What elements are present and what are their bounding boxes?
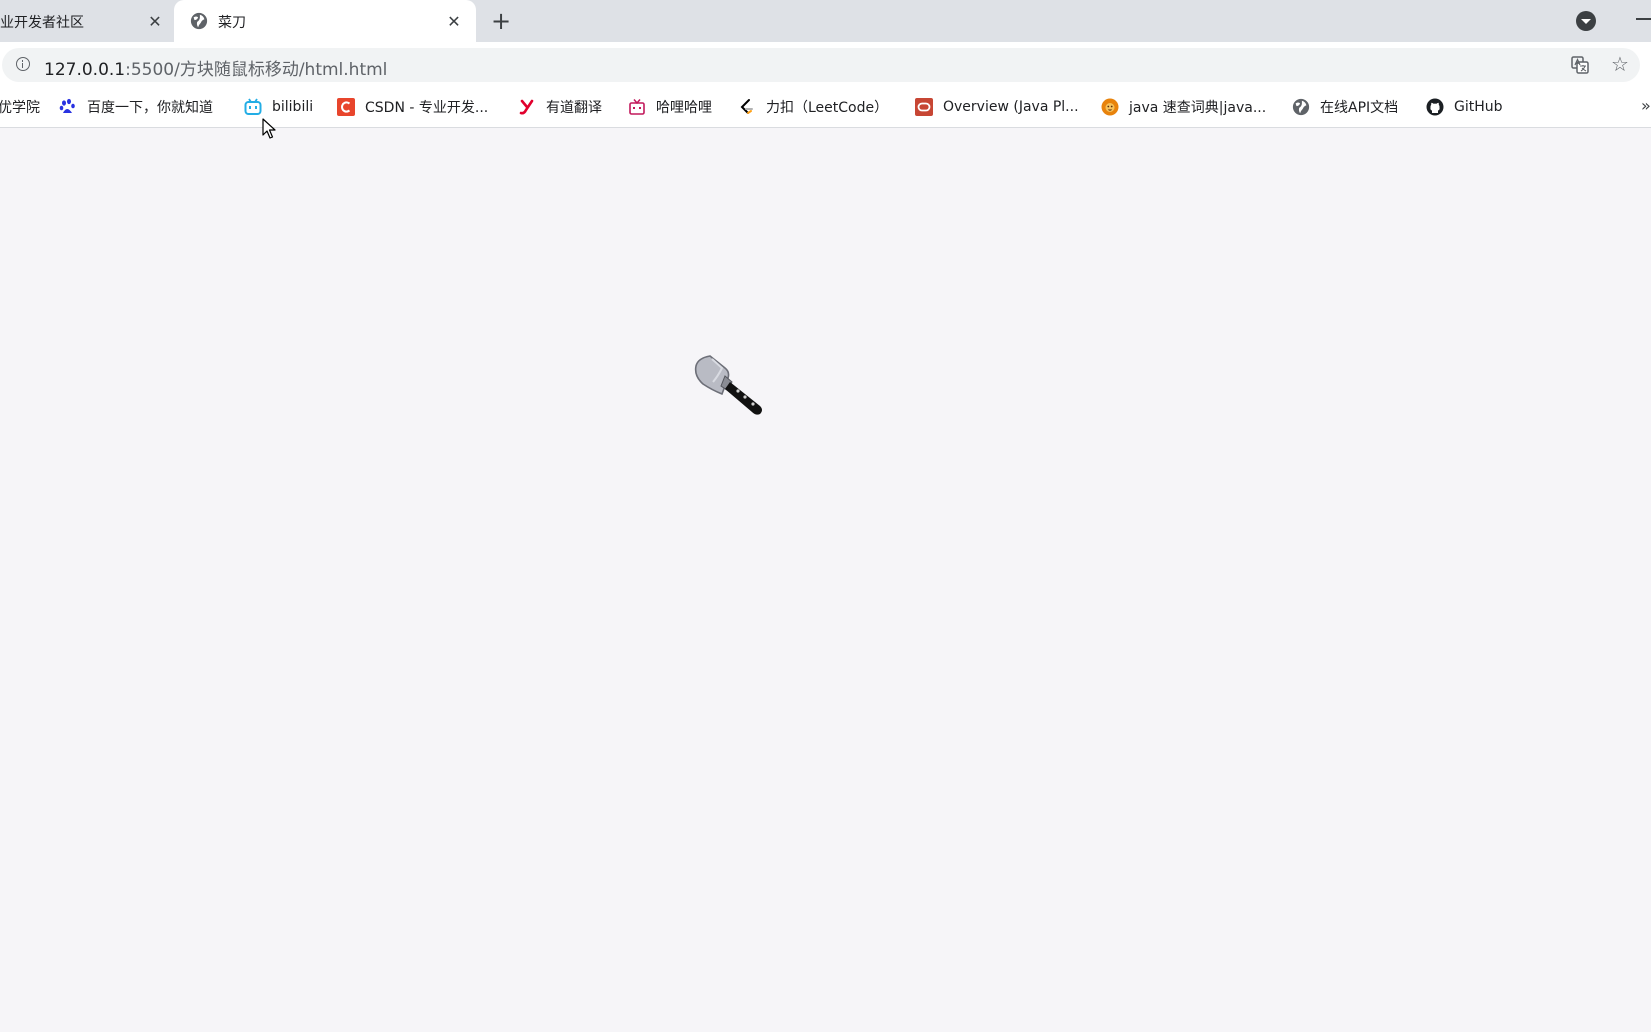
site-info-icon[interactable]: [16, 57, 30, 71]
url-text[interactable]: 127.0.0.1:5500/方块随鼠标移动/html.html: [44, 55, 387, 80]
tab-label: 业开发者社区: [0, 15, 84, 31]
lion-logo-icon: [1101, 98, 1119, 116]
close-icon[interactable]: ✕: [444, 11, 464, 31]
bookmark-label: 优学院: [0, 100, 40, 116]
tab-strip: 业开发者社区 ✕ 菜刀 ✕ +: [0, 0, 1651, 42]
bookmark-item[interactable]: 哈哩哈哩: [628, 88, 712, 126]
bookmark-item[interactable]: Overview (Java Pl...: [915, 88, 1079, 126]
globe-icon: [190, 12, 208, 30]
bilibili-tv-icon: [244, 98, 262, 115]
bookmark-item[interactable]: bilibili: [244, 88, 313, 126]
page-content: [0, 128, 1651, 1032]
close-icon[interactable]: ✕: [145, 11, 165, 31]
new-tab-button[interactable]: +: [488, 9, 514, 35]
cleaver-icon: [694, 355, 762, 415]
bookmarks-bar: 优学院 百度一下，你就知道 bilibili CSDN - 专业开发... 有道…: [0, 88, 1651, 128]
bookmark-label: CSDN - 专业开发...: [365, 100, 489, 116]
tab-active[interactable]: 菜刀 ✕: [174, 0, 476, 42]
bookmark-label: Overview (Java Pl...: [943, 99, 1079, 115]
bookmarks-overflow-button[interactable]: »: [1641, 96, 1651, 115]
url-path: :5500/方块随鼠标移动/html.html: [125, 60, 388, 80]
minimize-icon[interactable]: [1636, 18, 1651, 20]
toolbar: 127.0.0.1:5500/方块随鼠标移动/html.html ☆: [0, 42, 1651, 88]
mouse-cursor-icon: [262, 118, 276, 139]
oracle-logo-icon: [915, 98, 933, 116]
bookmark-label: 百度一下，你就知道: [87, 100, 213, 116]
star-icon[interactable]: ☆: [1611, 54, 1631, 74]
bookmark-item[interactable]: GitHub: [1426, 88, 1503, 126]
tab-label: 菜刀: [218, 15, 246, 31]
bookmark-item[interactable]: 有道翻译: [518, 88, 602, 126]
bookmark-label: bilibili: [272, 99, 314, 115]
bookmark-label: 在线API文档: [1320, 100, 1399, 116]
bookmark-item[interactable]: java 速查词典|java...: [1101, 88, 1266, 126]
url-host: 127.0.0.1: [44, 60, 126, 80]
bookmark-label: 力扣（LeetCode）: [766, 100, 889, 116]
bookmark-item[interactable]: 在线API文档: [1292, 88, 1398, 126]
address-bar[interactable]: 127.0.0.1:5500/方块随鼠标移动/html.html ☆: [2, 48, 1640, 82]
bookmark-label: 有道翻译: [546, 100, 602, 116]
bookmark-item[interactable]: CSDN - 专业开发...: [337, 88, 488, 126]
translate-icon[interactable]: [1571, 56, 1589, 74]
leetcode-logo-icon: [740, 99, 753, 114]
bookmark-label: GitHub: [1454, 99, 1503, 115]
youdao-logo-icon: [519, 99, 534, 115]
bookmark-item[interactable]: 百度一下，你就知道: [59, 88, 213, 126]
tab-csdn[interactable]: 业开发者社区 ✕: [0, 0, 174, 42]
bookmark-item[interactable]: 力扣（LeetCode）: [738, 88, 888, 126]
csdn-logo-icon: [337, 98, 355, 116]
bookmark-item[interactable]: 优学院: [0, 88, 40, 126]
globe-icon: [1292, 98, 1310, 116]
bookmark-label: 哈哩哈哩: [656, 100, 712, 116]
baidu-paw-icon: [59, 98, 75, 113]
tab-search-icon[interactable]: [1576, 11, 1596, 31]
github-logo-icon: [1426, 98, 1444, 116]
tv-icon: [629, 99, 645, 115]
bookmark-label: java 速查词典|java...: [1129, 100, 1267, 116]
